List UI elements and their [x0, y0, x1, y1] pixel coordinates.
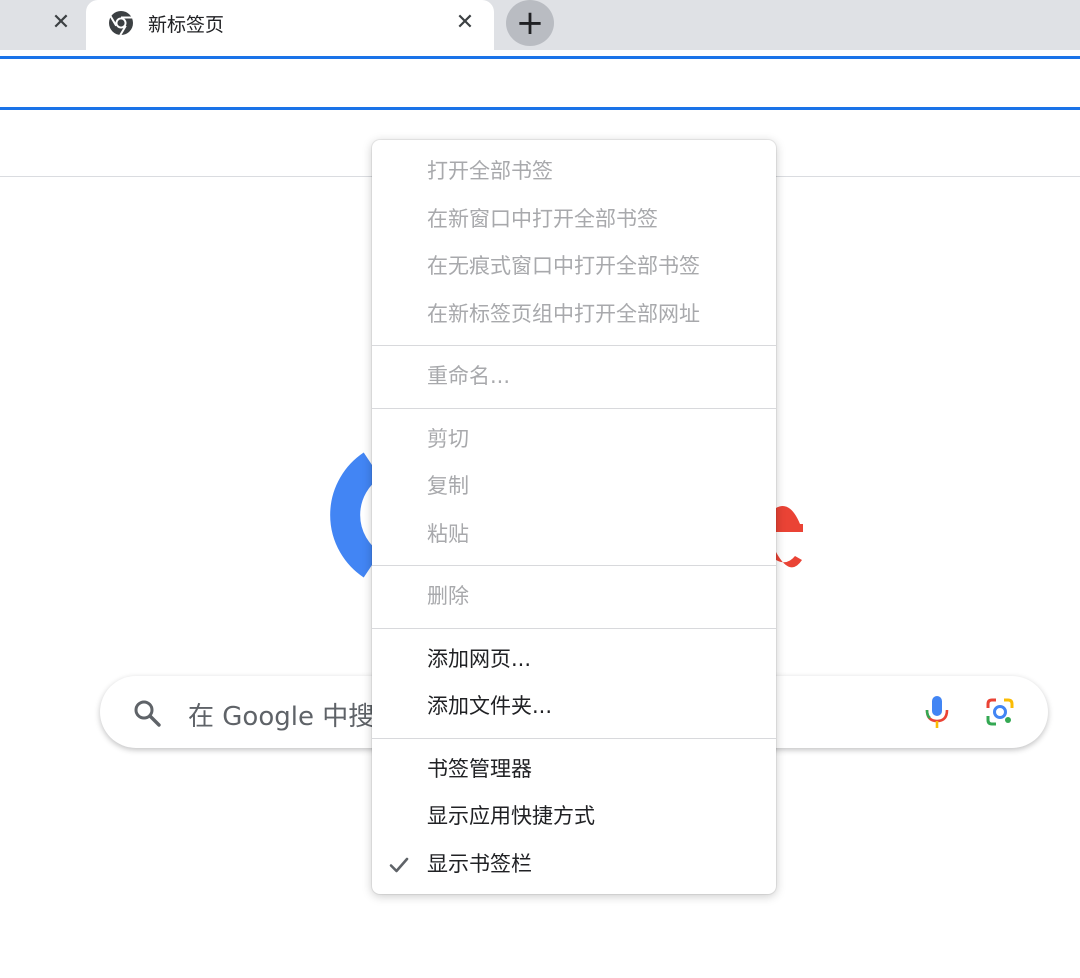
menu-item-open-all-tab-group[interactable]: 在新标签页组中打开全部网址 [372, 291, 776, 339]
menu-item-delete[interactable]: 删除 [372, 573, 776, 621]
menu-item-show-bookmarks-bar[interactable]: 显示书签栏 [372, 841, 776, 889]
tab-new-tab[interactable]: 新标签页 ✕ [86, 0, 494, 50]
prev-tab-close-icon[interactable]: ✕ [50, 12, 72, 34]
address-bar[interactable] [0, 56, 1080, 110]
menu-item-paste[interactable]: 粘贴 [372, 511, 776, 559]
mic-icon[interactable] [922, 694, 952, 730]
menu-item-open-all[interactable]: 打开全部书签 [372, 148, 776, 196]
menu-item-cut[interactable]: 剪切 [372, 416, 776, 464]
menu-separator [372, 565, 776, 566]
toolbar [0, 50, 1080, 120]
menu-item-open-all-incognito[interactable]: 在无痕式窗口中打开全部书签 [372, 243, 776, 291]
browser-window: ✕ 新标签页 ✕ + 在 Google 中搜 打开全部书签 在新窗口中打开全部书… [0, 0, 1080, 978]
menu-item-bookmark-manager[interactable]: 书签管理器 [372, 746, 776, 794]
google-logo-e-bar [776, 524, 803, 532]
menu-item-add-folder[interactable]: 添加文件夹... [372, 683, 776, 731]
menu-item-open-all-new-window[interactable]: 在新窗口中打开全部书签 [372, 196, 776, 244]
menu-item-copy[interactable]: 复制 [372, 463, 776, 511]
search-icon [134, 700, 161, 727]
bookmark-context-menu: 打开全部书签 在新窗口中打开全部书签 在无痕式窗口中打开全部书签 在新标签页组中… [372, 140, 776, 894]
tab-close-icon[interactable]: ✕ [454, 12, 476, 34]
chrome-icon [109, 11, 133, 36]
tab-strip: ✕ 新标签页 ✕ + [0, 0, 1080, 50]
search-input[interactable]: 在 Google 中搜 [188, 696, 374, 733]
menu-item-rename[interactable]: 重命名... [372, 353, 776, 401]
menu-separator [372, 345, 776, 346]
google-logo-e-top [776, 506, 800, 524]
google-logo-g-fragment [330, 452, 381, 578]
google-logo-e-bottom [776, 552, 802, 568]
menu-item-add-page[interactable]: 添加网页... [372, 636, 776, 684]
menu-item-show-app-shortcuts[interactable]: 显示应用快捷方式 [372, 793, 776, 841]
menu-separator [372, 737, 776, 739]
menu-separator [372, 627, 776, 629]
lens-icon[interactable] [984, 696, 1016, 728]
menu-item-label: 显示书签栏 [427, 851, 532, 876]
tab-title: 新标签页 [148, 14, 225, 36]
new-tab-button[interactable]: + [506, 0, 554, 46]
check-icon [389, 857, 409, 872]
menu-separator [372, 407, 776, 409]
